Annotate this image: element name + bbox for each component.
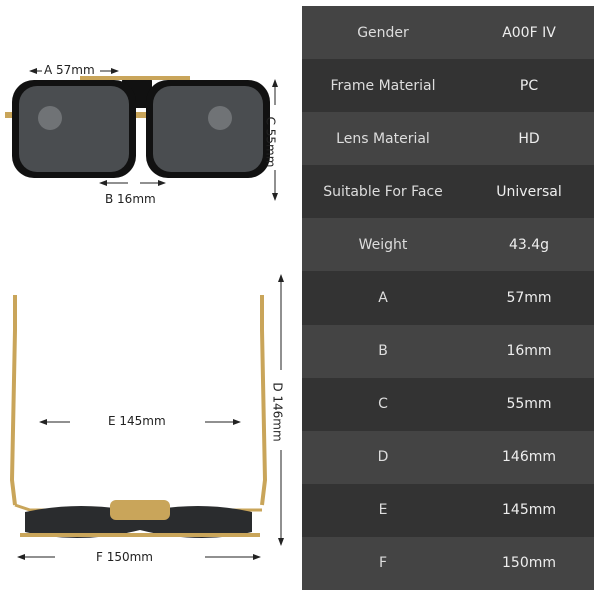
- spec-label: A: [378, 290, 388, 307]
- dimension-d-label: D 146mm: [270, 382, 285, 442]
- spec-label: C: [378, 396, 388, 413]
- spec-label: Lens Material: [336, 130, 430, 147]
- spec-row: A 57mm: [302, 271, 594, 325]
- spec-value: 16mm: [506, 343, 552, 360]
- spec-value: A00F IV: [502, 24, 556, 41]
- spec-row: Suitable For Face Universal: [302, 165, 594, 219]
- spec-value: 150mm: [502, 555, 556, 572]
- dimension-b-label: B 16mm: [105, 192, 156, 206]
- spec-label: Frame Material: [330, 77, 436, 94]
- spec-label: F: [378, 555, 388, 572]
- spec-row: Weight 43.4g: [302, 218, 594, 272]
- spec-label: E: [378, 502, 388, 519]
- spec-row: C 55mm: [302, 377, 594, 431]
- spec-row: Gender A00F IV: [302, 6, 594, 60]
- spec-value: Universal: [496, 183, 562, 200]
- spec-value: 43.4g: [508, 236, 550, 253]
- spec-row: D 146mm: [302, 430, 594, 484]
- dimension-f-label: F 150mm: [96, 550, 153, 564]
- front-view: [5, 68, 278, 201]
- spec-value: 146mm: [502, 449, 556, 466]
- spec-value: HD: [518, 130, 540, 147]
- spec-row: E 145mm: [302, 483, 594, 537]
- spec-value: 145mm: [502, 502, 556, 519]
- dimension-c-label: C 55mm: [263, 116, 278, 168]
- spec-row: Lens Material HD: [302, 112, 594, 166]
- spec-label: B: [378, 343, 388, 360]
- spec-row: F 150mm: [302, 536, 594, 591]
- spec-label: Gender: [357, 24, 409, 41]
- sunglasses-illustration: [5, 68, 284, 560]
- spec-table: Gender A00F IV Frame Material PC Lens Materi…: [302, 6, 594, 591]
- spec-value: 55mm: [506, 396, 552, 413]
- dimension-e-label: E 145mm: [108, 414, 166, 428]
- dimension-a-label: A 57mm: [44, 63, 95, 77]
- spec-value: PC: [519, 77, 539, 94]
- product-images: A 57mm B 16mm C 55mm D 146mm E 145mm F 1…: [0, 0, 300, 600]
- spec-row: B 16mm: [302, 324, 594, 378]
- spec-label: Weight: [358, 236, 408, 253]
- spec-label: Suitable For Face: [323, 183, 443, 200]
- spec-value: 57mm: [506, 290, 552, 307]
- spec-row: Frame Material PC: [302, 59, 594, 113]
- spec-label: D: [377, 449, 389, 466]
